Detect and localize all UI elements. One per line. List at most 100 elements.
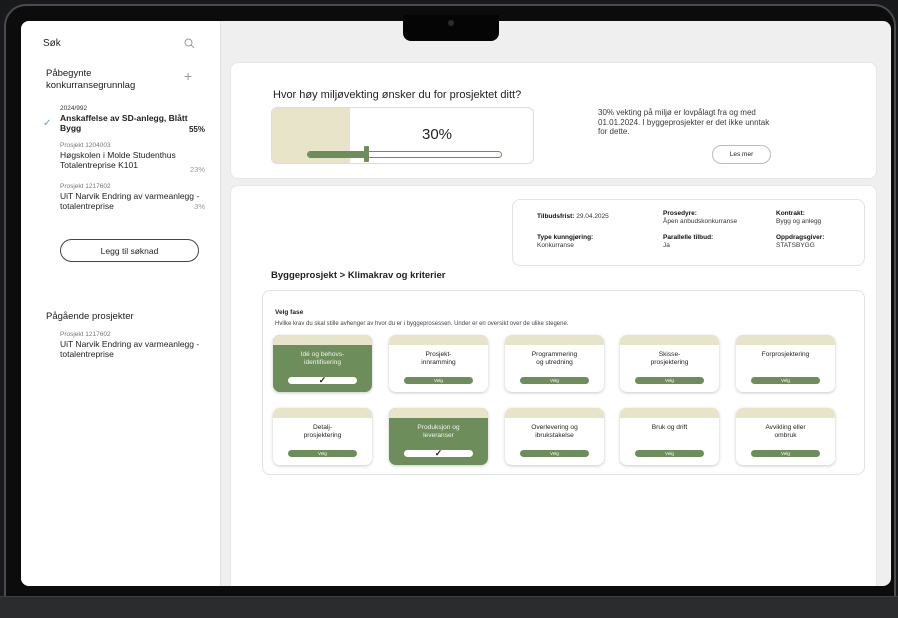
- phase-label: Overlevering og ibrukstakelse: [531, 424, 578, 439]
- checkmark-icon: ✓: [43, 118, 52, 129]
- tile-band: [736, 335, 835, 345]
- project-number: 2024/992: [60, 105, 88, 112]
- tilbudsfrist-cell: Tilbudsfrist: 29.04.2025: [537, 213, 609, 221]
- selected-check-button[interactable]: ✓: [288, 376, 357, 385]
- type-label: Type kunngjøring:: [537, 234, 594, 241]
- phase-tile[interactable]: Bruk og drift Velg: [620, 408, 719, 465]
- type-cell: Type kunngjøring: Konkurranse: [537, 234, 593, 250]
- phase-label: Prosjekt-innramming: [421, 351, 456, 366]
- weighting-info: 30% vekting på miljø er lovpålagt fra og…: [598, 108, 770, 136]
- project-number: Prosjekt 1204003: [60, 142, 111, 149]
- phase-tile[interactable]: Overlevering og ibrukstakelse Velg: [505, 408, 604, 465]
- app-screen: Søk Påbegynte konkurransegrunnlag + ✓ 20…: [21, 21, 891, 586]
- phase-tile[interactable]: Avvikling eller ombruk Velg: [736, 408, 835, 465]
- search-icon[interactable]: [184, 38, 195, 49]
- tile-band: [389, 335, 488, 345]
- select-phase-button[interactable]: Velg: [751, 377, 820, 384]
- project-meta: Tilbudsfrist: 29.04.2025 Type kunngjørin…: [512, 199, 865, 266]
- project-item[interactable]: Prosjekt 1217602 UiT Narvik Endring av va…: [60, 183, 210, 211]
- selected-check-button[interactable]: ✓: [404, 449, 473, 458]
- main-content: Hvor høy miljøvekting ønsker du for pros…: [221, 21, 891, 586]
- phase-label: Produksjon og leveranser: [417, 424, 460, 439]
- project-details-card: Tilbudsfrist: 29.04.2025 Type kunngjørin…: [230, 185, 877, 586]
- prosedyre-cell: Prosedyre: Åpen anbudskonkurranse: [663, 210, 737, 226]
- select-phase-button[interactable]: Velg: [520, 377, 589, 384]
- phase-label: Bruk og drift: [651, 424, 688, 431]
- breadcrumb[interactable]: Byggeprosjekt > Klimakrav og kriterier: [271, 270, 446, 281]
- project-item[interactable]: 2024/992 Anskaffelse av SD-anlegg, Blått …: [60, 105, 210, 134]
- tile-band: [505, 408, 604, 418]
- weighting-card: Hvor høy miljøvekting ønsker du for pros…: [230, 62, 877, 179]
- phase-tile[interactable]: Forprosjektering Velg: [736, 335, 835, 392]
- laptop-base: [0, 596, 898, 618]
- project-number: Prosjekt 1217602: [60, 331, 111, 338]
- tile-band: [620, 408, 719, 418]
- select-phase-button[interactable]: Velg: [520, 450, 589, 457]
- parallelle-cell: Parallelle tilbud: Ja: [663, 234, 713, 250]
- phase-label: Idé og behovs-identifisering: [300, 351, 345, 366]
- phase-label: Programmering og utredning: [531, 351, 578, 366]
- weighting-slider[interactable]: 30%: [271, 107, 534, 164]
- camera-notch: [403, 15, 499, 41]
- select-phase-button[interactable]: Velg: [751, 450, 820, 457]
- tilbudsfrist-value: 29.04.2025: [576, 213, 609, 220]
- phase-tile[interactable]: Programmering og utredning Velg: [505, 335, 604, 392]
- parallelle-value: Ja: [663, 242, 670, 249]
- project-name: UiT Narvik Endring av varmeanlegg - tota…: [60, 191, 200, 211]
- tile-band: [389, 408, 488, 418]
- tile-band: [620, 335, 719, 345]
- phase-tile[interactable]: Idé og behovs-identifisering ✓: [273, 335, 372, 392]
- phase-tile[interactable]: Produksjon og leveranser ✓: [389, 408, 488, 465]
- slider-value: 30%: [422, 126, 453, 143]
- prosedyre-label: Prosedyre:: [663, 210, 697, 217]
- add-application-button[interactable]: Legg til søknad: [60, 239, 199, 262]
- phase-title: Velg fase: [275, 309, 304, 316]
- parallelle-label: Parallelle tilbud:: [663, 234, 714, 241]
- tile-band: [505, 335, 604, 345]
- oppdragsgiver-label: Oppdragsgiver:: [776, 234, 825, 241]
- kontrakt-label: Kontrakt:: [776, 210, 805, 217]
- select-phase-button[interactable]: Velg: [404, 377, 473, 384]
- weighting-question: Hvor høy miljøvekting ønsker du for pros…: [273, 89, 522, 101]
- project-name: Anskaffelse av SD-anlegg, Blått Bygg: [60, 113, 188, 133]
- project-name: UiT Narvik Endring av varmeanlegg - tota…: [60, 339, 200, 359]
- phase-selector: Velg fase Hvilke krav du skal stille avh…: [262, 290, 865, 475]
- progress-percent: 55%: [188, 125, 205, 134]
- tile-band: [273, 335, 372, 345]
- phase-tile[interactable]: Prosjekt-innramming Velg: [389, 335, 488, 392]
- search-label: Søk: [43, 38, 61, 49]
- oppdragsgiver-value: STATSBYGG: [776, 242, 815, 249]
- ongoing-item[interactable]: Prosjekt 1217602 UiT Narvik Endring av va…: [60, 331, 210, 359]
- sidebar: Søk Påbegynte konkurransegrunnlag + ✓ 20…: [21, 21, 221, 586]
- kontrakt-cell: Kontrakt: Bygg og anlegg: [776, 210, 821, 226]
- read-more-button[interactable]: Les mer: [712, 145, 771, 164]
- phase-label: Detalj-prosjektering: [303, 424, 342, 439]
- select-phase-button[interactable]: Velg: [635, 450, 704, 457]
- oppdragsgiver-cell: Oppdragsgiver: STATSBYGG: [776, 234, 824, 250]
- search-bar[interactable]: Søk: [43, 38, 195, 49]
- phase-label: Forprosjektering: [761, 351, 810, 358]
- prosedyre-value: Åpen anbudskonkurranse: [663, 218, 738, 225]
- slider-thumb[interactable]: [363, 146, 369, 162]
- phase-tile[interactable]: Detalj-prosjektering Velg: [273, 408, 372, 465]
- project-item[interactable]: Prosjekt 1204003 Høgskolen i Molde Studen…: [60, 142, 210, 174]
- slider-track[interactable]: [307, 151, 502, 158]
- phase-label: Avvikling eller ombruk: [765, 424, 806, 439]
- phase-tile[interactable]: Skisse-prosjektering Velg: [620, 335, 719, 392]
- select-phase-button[interactable]: Velg: [288, 450, 357, 457]
- slider-track-fill: [308, 152, 366, 157]
- add-icon[interactable]: +: [184, 69, 192, 83]
- project-name: Høgskolen i Molde Studenthus Totalentrep…: [60, 150, 176, 170]
- started-section-title: Påbegynte konkurransegrunnlag: [46, 68, 136, 91]
- tilbudsfrist-label: Tilbudsfrist:: [537, 213, 575, 220]
- phase-label: Skisse-prosjektering: [650, 351, 689, 366]
- tile-band: [736, 408, 835, 418]
- progress-percent: 23%: [189, 165, 205, 174]
- select-phase-button[interactable]: Velg: [635, 377, 704, 384]
- project-number: Prosjekt 1217602: [60, 183, 111, 190]
- ongoing-section-title: Pågående prosjekter: [46, 311, 134, 322]
- tile-band: [273, 408, 372, 418]
- phase-description: Hvilke krav du skal stille avhenger av h…: [275, 321, 569, 327]
- kontrakt-value: Bygg og anlegg: [776, 218, 822, 225]
- progress-percent: 3%: [194, 202, 205, 211]
